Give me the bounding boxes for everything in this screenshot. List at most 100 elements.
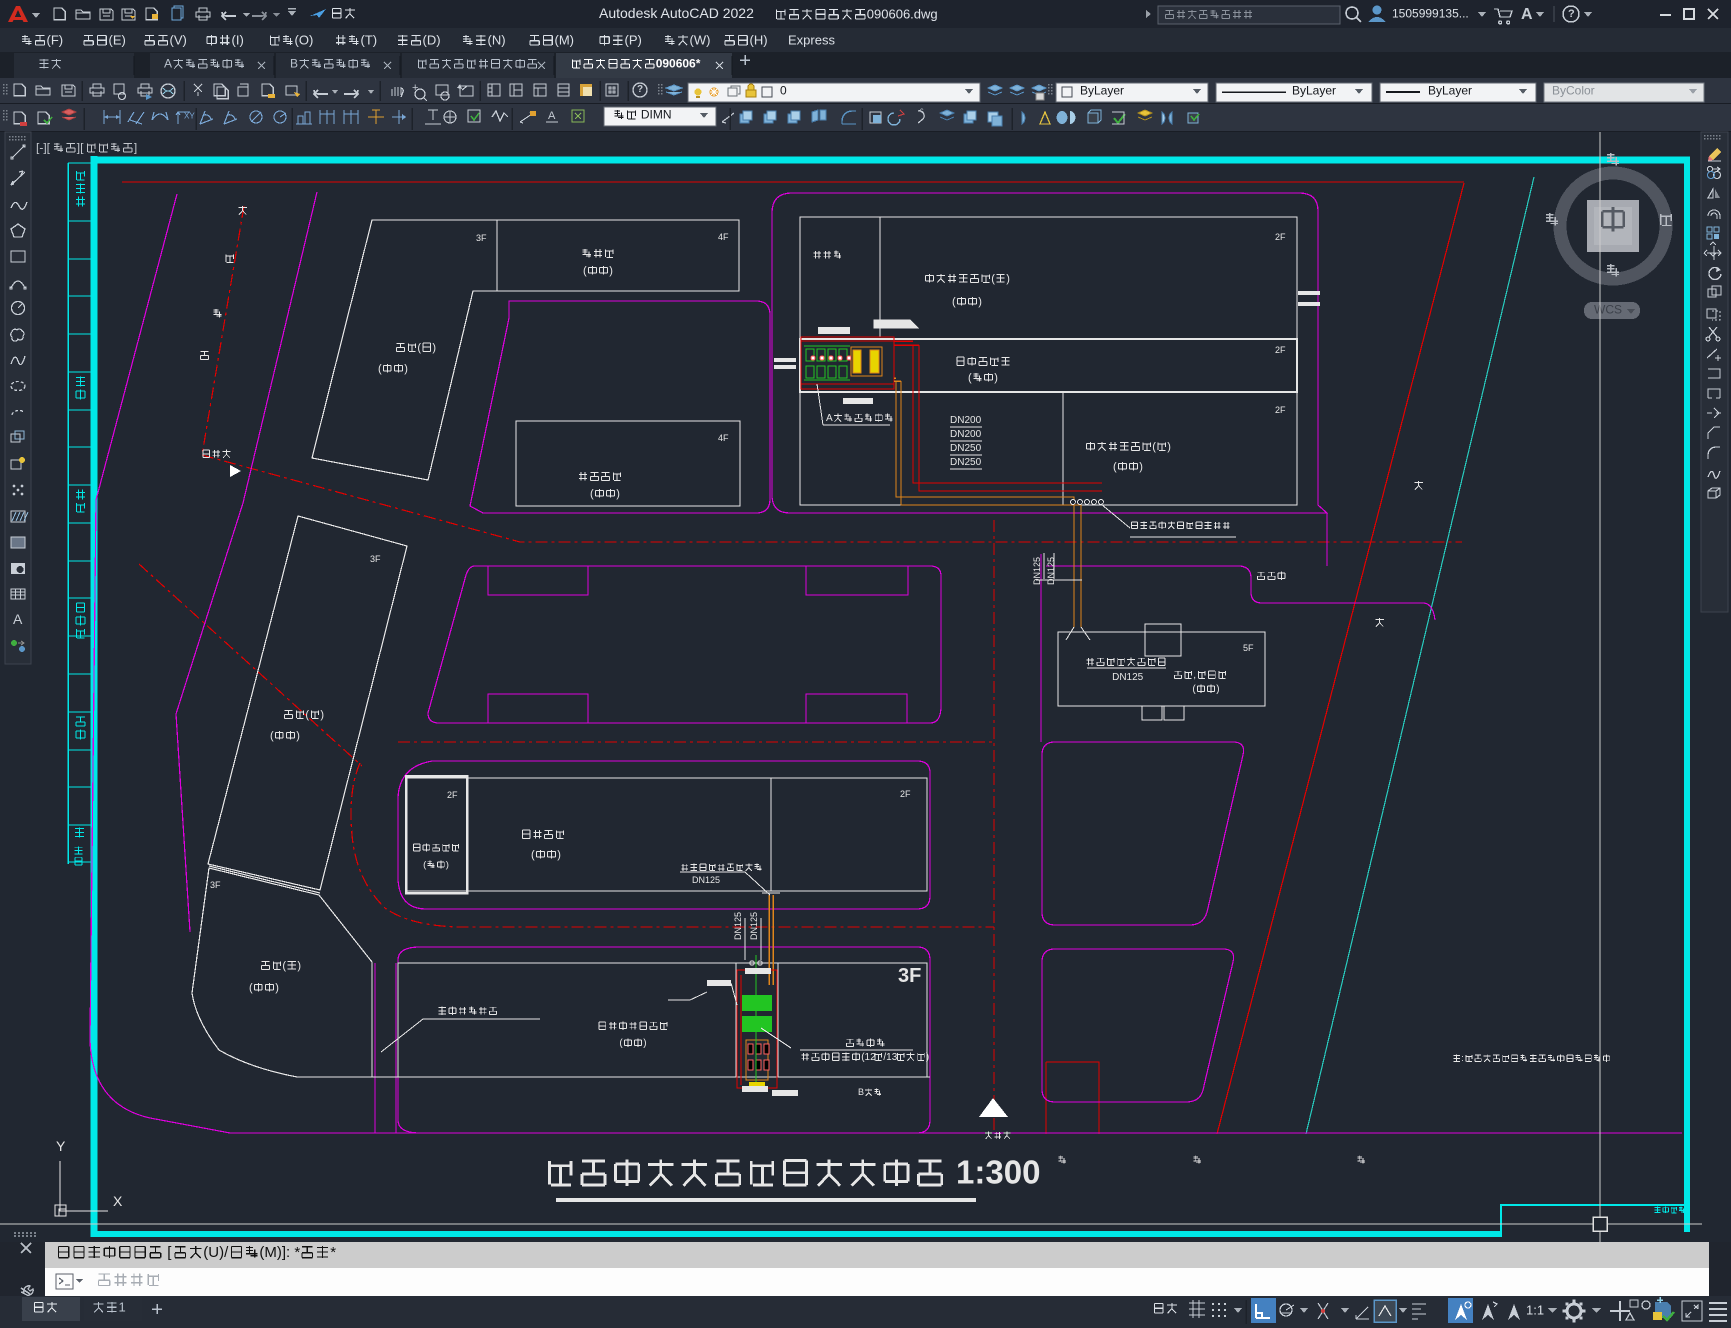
svg-text:Y: Y xyxy=(56,1138,66,1154)
svg-text:DN250: DN250 xyxy=(950,443,982,454)
svg-text:(V): (V) xyxy=(170,32,187,47)
svg-text:(: ( xyxy=(1113,461,1117,473)
svg-text:DN125: DN125 xyxy=(692,875,720,885)
svg-text:3F: 3F xyxy=(898,965,921,987)
svg-text::: : xyxy=(1461,1053,1464,1063)
svg-text:*: * xyxy=(330,1244,336,1261)
svg-text:(H): (H) xyxy=(750,32,768,47)
svg-text:DN125: DN125 xyxy=(733,912,743,940)
svg-text:): ) xyxy=(297,960,301,972)
svg-text:,: , xyxy=(1193,670,1196,681)
svg-text:?: ? xyxy=(1568,8,1575,20)
svg-text:A: A xyxy=(13,611,23,627)
svg-text:4F: 4F xyxy=(718,232,729,242)
svg-text:][: ][ xyxy=(77,141,84,155)
svg-text:): ) xyxy=(446,860,449,871)
svg-text:(12: (12 xyxy=(861,1052,876,1063)
svg-text:(: ( xyxy=(378,363,382,375)
svg-text:): ) xyxy=(643,1038,646,1049)
svg-text:090606.dwg: 090606.dwg xyxy=(867,6,938,21)
svg-text:): ) xyxy=(978,296,982,308)
svg-text:(: ( xyxy=(1152,441,1156,453)
svg-text:(: ( xyxy=(249,982,253,994)
svg-text:/13: /13 xyxy=(883,1052,897,1063)
svg-text:): ) xyxy=(296,730,300,742)
svg-text:(D): (D) xyxy=(423,32,441,47)
svg-text:[: [ xyxy=(163,1244,172,1261)
svg-text:DN250: DN250 xyxy=(950,457,982,468)
svg-text:): ) xyxy=(557,849,561,861)
svg-text:A: A xyxy=(548,110,556,122)
svg-text:): ) xyxy=(432,342,436,354)
svg-text:(M): (M) xyxy=(555,32,575,47)
svg-text:ByColor: ByColor xyxy=(1552,84,1595,98)
svg-text:1:300: 1:300 xyxy=(947,1153,1041,1190)
svg-text:(I): (I) xyxy=(232,32,244,47)
svg-text:1:1: 1:1 xyxy=(1526,1302,1544,1317)
svg-text:Express: Express xyxy=(788,32,835,47)
svg-text:DN125: DN125 xyxy=(749,912,759,940)
svg-text:3F: 3F xyxy=(476,233,487,243)
svg-text:(M)]: *: (M)]: * xyxy=(259,1244,300,1261)
svg-text:): ) xyxy=(1167,441,1171,453)
svg-text:B: B xyxy=(290,57,298,71)
svg-text:): ) xyxy=(926,1052,929,1063)
svg-text:(: ( xyxy=(590,488,594,500)
svg-text:B: B xyxy=(858,1087,864,1097)
svg-text:2F: 2F xyxy=(1275,232,1286,242)
svg-text:(: ( xyxy=(417,342,421,354)
svg-text:DN125: DN125 xyxy=(1112,672,1144,683)
svg-text:3F: 3F xyxy=(210,880,221,890)
svg-text:): ) xyxy=(1006,273,1010,285)
svg-text:DN125: DN125 xyxy=(1032,557,1042,585)
svg-text:?: ? xyxy=(637,84,643,95)
svg-text:(E): (E) xyxy=(109,32,126,47)
svg-text:Autodesk AutoCAD 2022: Autodesk AutoCAD 2022 xyxy=(599,5,754,21)
svg-text:5F: 5F xyxy=(1243,643,1254,653)
svg-text:2F: 2F xyxy=(1275,405,1286,415)
svg-text:(P): (P) xyxy=(625,32,642,47)
svg-text:(: ( xyxy=(968,372,972,384)
svg-text:(F): (F) xyxy=(47,32,64,47)
svg-text:): ) xyxy=(994,372,998,384)
svg-text:0: 0 xyxy=(780,84,787,98)
svg-text:4F: 4F xyxy=(718,433,729,443)
svg-text:(U)/: (U)/ xyxy=(203,1244,229,1261)
svg-text:(: ( xyxy=(991,273,995,285)
svg-text:3F: 3F xyxy=(370,554,381,564)
svg-text:090606*: 090606* xyxy=(656,57,701,71)
svg-text:X: X xyxy=(113,1193,123,1209)
svg-text:[-][: [-][ xyxy=(36,141,51,155)
svg-text:DIMN: DIMN xyxy=(638,108,672,122)
svg-text:ByLayer: ByLayer xyxy=(1428,84,1472,98)
svg-text:): ) xyxy=(616,488,620,500)
svg-text:(T): (T) xyxy=(361,32,378,47)
svg-text:2F: 2F xyxy=(900,789,911,799)
svg-text:1: 1 xyxy=(119,1299,126,1314)
svg-text:ByLayer: ByLayer xyxy=(1292,84,1336,98)
svg-text:WCS: WCS xyxy=(1594,303,1622,317)
svg-text:): ) xyxy=(1216,684,1219,695)
svg-text:A: A xyxy=(826,413,833,424)
svg-text:]: ] xyxy=(134,141,137,155)
svg-text:(N): (N) xyxy=(488,32,506,47)
svg-text:): ) xyxy=(609,265,613,277)
svg-text:(: ( xyxy=(531,849,535,861)
svg-text:): ) xyxy=(1139,461,1143,473)
svg-text:A: A xyxy=(1521,6,1533,23)
svg-text:(: ( xyxy=(583,265,587,277)
svg-text:): ) xyxy=(404,363,408,375)
svg-text:DN200: DN200 xyxy=(950,415,982,426)
svg-text:A: A xyxy=(164,57,172,71)
svg-text:ByLayer: ByLayer xyxy=(1080,84,1124,98)
svg-text:2F: 2F xyxy=(447,790,458,800)
svg-text:XY: XY xyxy=(184,111,195,120)
svg-text:1505999135...: 1505999135... xyxy=(1392,7,1469,21)
svg-text:(: ( xyxy=(282,960,286,972)
svg-text:c: c xyxy=(920,108,924,115)
svg-text:DN200: DN200 xyxy=(950,429,982,440)
svg-text:): ) xyxy=(275,982,279,994)
svg-text:(: ( xyxy=(270,730,274,742)
svg-text:2F: 2F xyxy=(1275,345,1286,355)
svg-text:(: ( xyxy=(952,296,956,308)
